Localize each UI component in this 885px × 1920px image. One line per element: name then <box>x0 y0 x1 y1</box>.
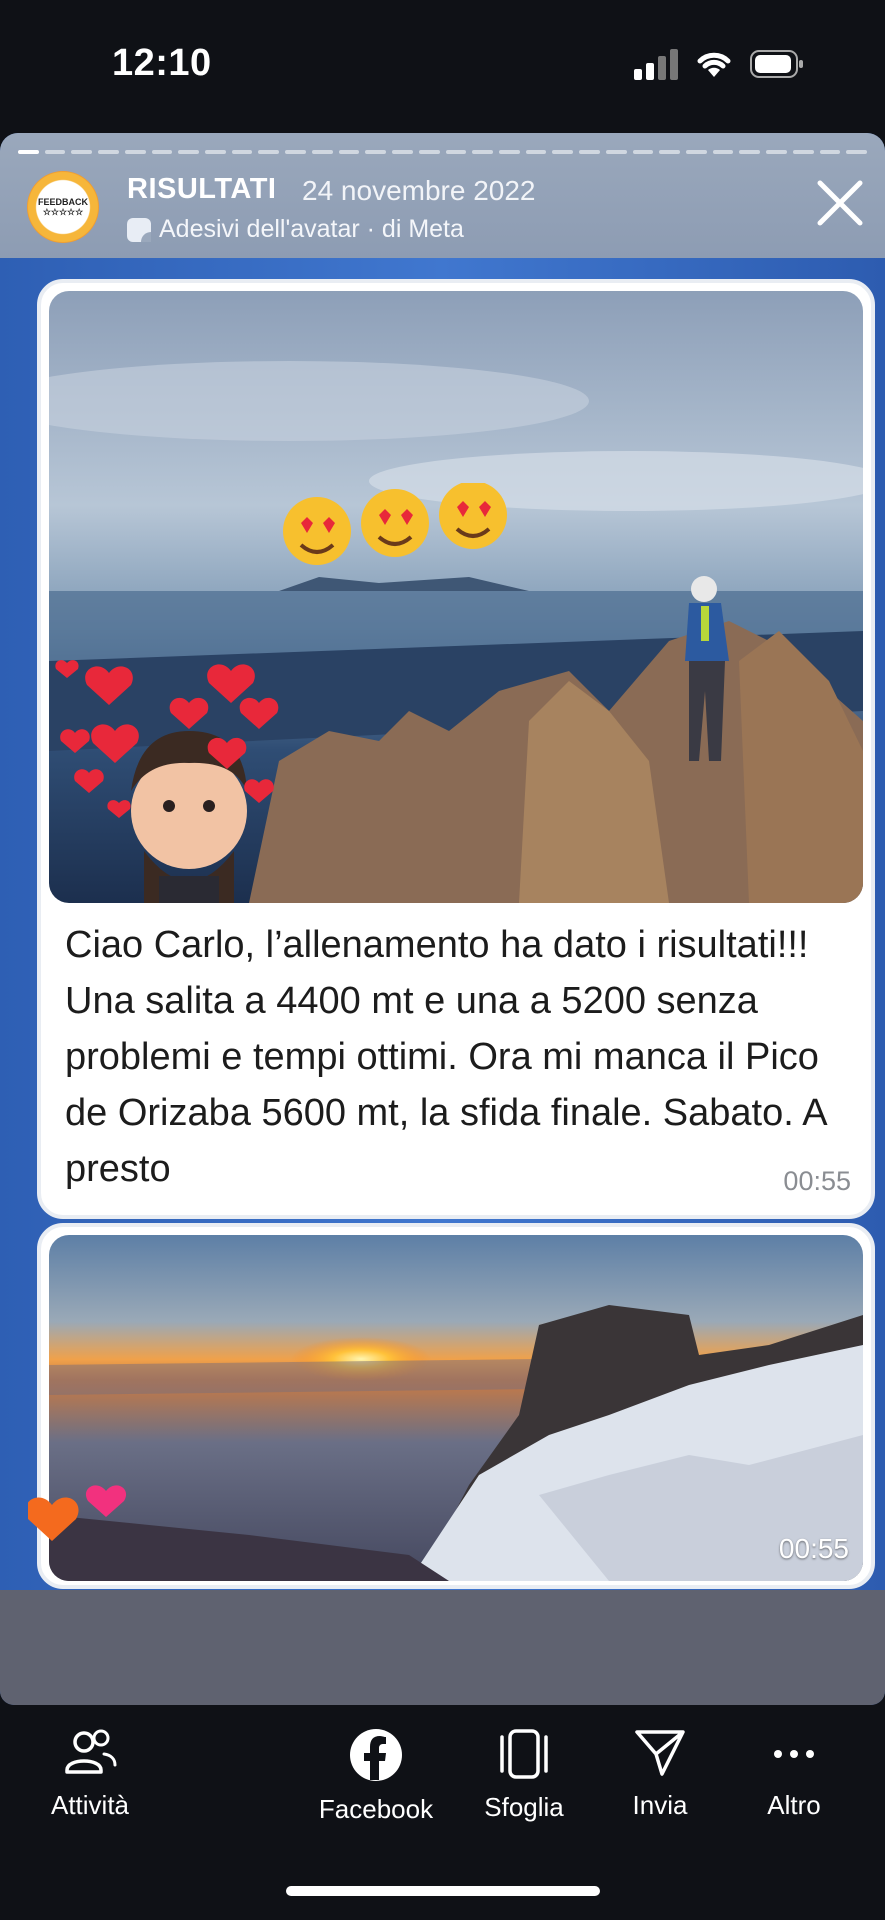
sticker-credit[interactable]: Adesivi dell'avatar · di Meta <box>127 215 464 244</box>
nav-item-send[interactable]: Invia <box>590 1728 730 1821</box>
close-icon[interactable] <box>810 173 870 233</box>
nav-label-browse: Sfoglia <box>484 1792 564 1822</box>
heart-eyes-emoji-icon <box>283 483 507 565</box>
sunrise-peak-photo <box>49 1235 863 1581</box>
wifi-icon <box>697 52 731 77</box>
sticker-credit-label: Adesivi dell'avatar · di Meta <box>159 215 464 243</box>
message-timestamp: 00:55 <box>778 1533 849 1564</box>
page-avatar[interactable]: FEEDBACK ☆☆☆☆☆ <box>27 171 99 243</box>
more-icon <box>774 1750 814 1758</box>
story-progress-bar <box>18 150 867 154</box>
status-bar: 12:10 <box>0 0 885 130</box>
signal-icon <box>634 48 680 80</box>
battery-icon <box>750 50 803 78</box>
send-icon <box>635 1730 685 1776</box>
people-icon <box>65 1729 117 1774</box>
nav-label-more: Altro <box>767 1790 821 1820</box>
page-name[interactable]: RISULTATI <box>127 173 276 206</box>
nav-item-more[interactable]: Altro <box>724 1728 864 1821</box>
nav-item-browse[interactable]: Sfoglia <box>454 1728 594 1823</box>
story-viewer[interactable]: FEEDBACK ☆☆☆☆☆ RISULTATI 24 novembre 202… <box>0 133 885 1705</box>
message-timestamp: 00:55 <box>783 1166 851 1196</box>
swipe-icon <box>500 1729 548 1779</box>
message-bubble: 00:55 <box>37 1223 875 1589</box>
nav-label-send: Invia <box>632 1790 688 1820</box>
reaction-hearts-icon <box>28 1485 127 1541</box>
nav-item-facebook[interactable]: Facebook <box>306 1728 446 1825</box>
message-bubble: Ciao Carlo, l’allenamento ha dato i risu… <box>37 279 875 1219</box>
avatar-logo-text: FEEDBACK ☆☆☆☆☆ <box>37 197 88 217</box>
nav-label-facebook: Facebook <box>318 1794 434 1824</box>
sticker-icon <box>127 217 151 242</box>
story-footer-panel <box>0 1590 885 1705</box>
facebook-icon <box>350 1729 402 1781</box>
story-date: 24 novembre 2022 <box>302 175 536 206</box>
story-header: FEEDBACK ☆☆☆☆☆ RISULTATI 24 novembre 202… <box>0 133 885 258</box>
hearts-sticker-icon <box>55 660 279 818</box>
message-text: Ciao Carlo, l’allenamento ha dato i risu… <box>65 924 826 1190</box>
home-indicator[interactable] <box>286 1886 600 1896</box>
nav-label-activity: Attività <box>50 1790 130 1820</box>
status-time: 12:10 <box>112 42 212 84</box>
nav-item-activity[interactable]: Attività <box>20 1728 160 1821</box>
